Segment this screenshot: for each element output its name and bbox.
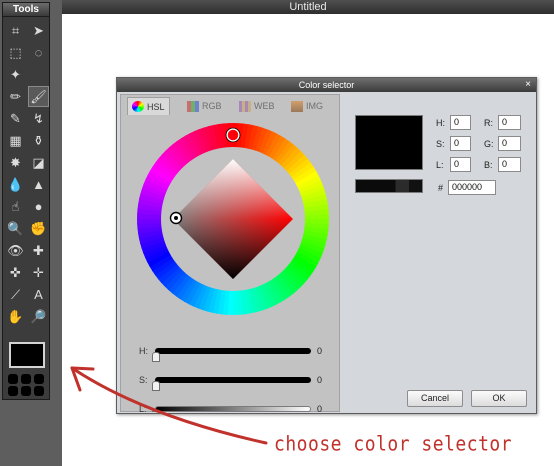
app-screenshot: Tools ⌗ ➤ ⬚ ◌ ✦ ✏ 🖌 ✎ ↯ ▦ ⚱ ✸ ◪ 💧 ▲ ☝ ● 🔍 ✊ 👁 ✚ ✜ ✛ ⟋ A ✋ 🔎 Untitl… — [0, 0, 554, 466]
annotation-text: choose color selector — [274, 432, 513, 457]
annotation-arrow — [70, 366, 268, 445]
